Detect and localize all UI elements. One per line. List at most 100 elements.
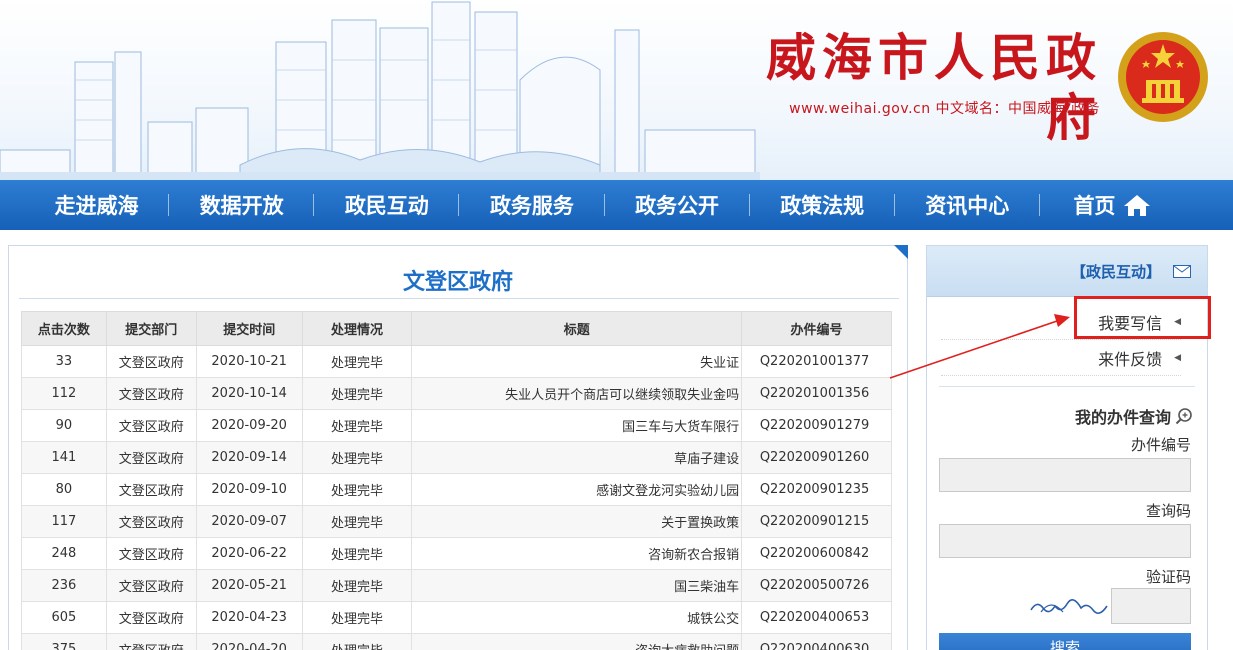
date-cell: 2020-09-14 [195,441,303,474]
case-title-link[interactable]: 失业人员开个商店可以继续领取失业金吗 [411,377,743,410]
status-cell: 处理完毕 [301,441,413,474]
nav-item-label: 资讯中心 [925,194,1010,218]
hits-cell: 112 [21,377,107,410]
case-number-cell: Q220200901260 [741,441,892,474]
department-cell: 文登区政府 [105,377,197,410]
query-title-label: 我的办件查询 [1074,408,1171,427]
department-cell: 文登区政府 [105,473,197,506]
case-number-cell: Q220201001356 [741,377,892,410]
status-cell: 处理完毕 [301,633,413,650]
case-number-cell: Q220200901279 [741,409,892,442]
nav-item-interaction[interactable]: 政民互动 [314,180,460,230]
nav-item-home[interactable]: 首页 [1040,180,1185,230]
department-cell: 文登区政府 [105,409,197,442]
table-row[interactable]: Q220200500726 国三柴油车 处理完毕 2020-05-21 文登区政府 236 [21,569,892,602]
status-cell: 处理完毕 [301,473,413,506]
case-title-link[interactable]: 失业证 [411,345,743,378]
table-row[interactable]: Q220200400653 城铁公交 处理完毕 2020-04-23 文登区政府 605 [21,601,892,634]
case-number-cell: Q220200500726 [741,569,892,602]
department-cell: 文登区政府 [105,505,197,538]
date-cell: 2020-06-22 [195,537,303,570]
hits-cell: 33 [21,345,107,378]
site-title: 威海市人民政府 [766,28,1102,147]
status-cell: 处理完毕 [301,345,413,378]
nav-item-news-center[interactable]: 资讯中心 [895,180,1041,230]
magnifier-icon [1175,408,1192,425]
date-cell: 2020-09-07 [195,505,303,538]
table-row[interactable]: Q220200400630咨询大病救助问题处理完毕2020-04-20文登区政府… [21,633,892,650]
date-cell: 2020-10-14 [195,377,303,410]
nav-item-label: 政务公开 [635,194,720,218]
date-cell: 2020-10-21 [195,345,303,378]
nav-item-label: 走进威海 [54,194,139,218]
table-row[interactable]: Q220201001356 失业人员开个商店可以继续领取失业金吗 处理完毕 2020-… [21,377,892,410]
table-row[interactable]: Q220200901235 感谢文登龙河实验幼儿园 处理完毕 2020-09-10 文登… [21,473,892,506]
feedback-link[interactable]: ◀ 来件反馈 [941,340,1181,376]
query-code-input[interactable] [939,524,1191,558]
query-section-title: 我的办件查询 [1075,404,1193,428]
nav-item-data-open[interactable]: 数据开放 [169,180,315,230]
hits-cell: 236 [21,569,107,602]
department-cell: 文登区政府 [105,537,197,570]
case-title-link[interactable]: 咨询大病救助问题 [411,633,743,650]
column-header-dept: 提交部门 [105,311,197,346]
city-skyline-illustration [0,1,760,180]
case-no-input[interactable] [939,458,1191,492]
case-title-link[interactable]: 咨询新农合报销 [411,537,743,570]
table-row[interactable]: Q220200901279 国三车与大货车限行 处理完毕 2020-09-20 文登区政… [21,409,892,442]
nav-item-label: 政务服务 [489,194,574,218]
table-row[interactable]: Q220200901215 关于置换政策 处理完毕 2020-09-07 文登区政府 11… [21,505,892,538]
divider [19,298,899,299]
case-number-cell: Q220200901235 [741,473,892,506]
corner-decoration [894,245,908,259]
table-header-row: 办件编号 标题 处理情况 提交时间 提交部门 点击次数 [21,311,892,346]
nav-item-label: 数据开放 [199,194,284,218]
mail-icon [1173,264,1191,278]
captcha-input[interactable] [1111,588,1191,624]
table-row[interactable]: Q220200600842 咨询新农合报销 处理完毕 2020-06-22 文登区政府 2… [21,537,892,570]
status-cell: 处理完毕 [301,537,413,570]
sidebar-header: 【政民互动】 [927,246,1207,297]
letters-table: 办件编号 标题 处理情况 提交时间 提交部门 点击次数 Q22020100137… [21,311,892,650]
case-title-link[interactable]: 关于置换政策 [411,505,743,538]
main-nav: 首页 资讯中心 政策法规 政务公开 政务服务 政民互动 数据开放 走进威海 [0,180,1233,230]
department-cell: 文登区政府 [105,633,197,650]
table-row[interactable]: Q220200901260 草庙子建设 处理完毕 2020-09-14 文登区政府 141 [21,441,892,474]
department-cell: 文登区政府 [105,345,197,378]
header-banner: 威海市人民政府 www.weihai.gov.cn 中文域名：中国威海.政务 [0,0,1233,180]
sidebar-heading: 【政民互动】 [1070,262,1161,281]
date-cell: 2020-09-10 [195,473,303,506]
search-button[interactable]: 搜索 [939,633,1191,650]
panel-title: 文登区政府 [402,270,513,295]
table-row[interactable]: Q220201001377 失业证 处理完毕 2020-10-21 文登区政府 33 [21,345,892,378]
case-title-link[interactable]: 国三车与大货车限行 [411,409,743,442]
case-title-link[interactable]: 感谢文登龙河实验幼儿园 [411,473,743,506]
nav-item-about-weihai[interactable]: 走进威海 [24,180,170,230]
feedback-label: 来件反馈 [1098,349,1163,369]
nav-item-gov-services[interactable]: 政务服务 [459,180,605,230]
nav-item-label: 首页 [1073,194,1116,218]
date-cell: 2020-04-20 [195,633,303,650]
status-cell: 处理完毕 [301,409,413,442]
hits-cell: 90 [21,409,107,442]
hits-cell: 117 [21,505,107,538]
captcha-label: 验证码 [1145,568,1191,586]
case-title-link[interactable]: 草庙子建设 [411,441,743,474]
case-number-cell: Q220200901215 [741,505,892,538]
hits-cell: 605 [21,601,107,634]
date-cell: 2020-05-21 [195,569,303,602]
captcha-image[interactable]: ecAx9 [1027,594,1111,618]
case-title-link[interactable]: 国三柴油车 [411,569,743,602]
department-cell: 文登区政府 [105,601,197,634]
case-number-cell: Q220200400630 [741,633,892,650]
status-cell: 处理完毕 [301,601,413,634]
department-cell: 文登区政府 [105,569,197,602]
case-number-cell: Q220200400653 [741,601,892,634]
letters-list-panel: 文登区政府 办件编号 标题 处理情况 提交时间 提交部门 点击次数 Q22020… [8,245,908,650]
site-domain: www.weihai.gov.cn 中文域名：中国威海.政务 [789,101,1100,117]
column-header-no: 办件编号 [741,311,892,346]
status-cell: 处理完毕 [301,505,413,538]
nav-item-gov-affairs-open[interactable]: 政务公开 [605,180,750,230]
nav-item-policies[interactable]: 政策法规 [750,180,895,230]
case-title-link[interactable]: 城铁公交 [411,601,743,634]
